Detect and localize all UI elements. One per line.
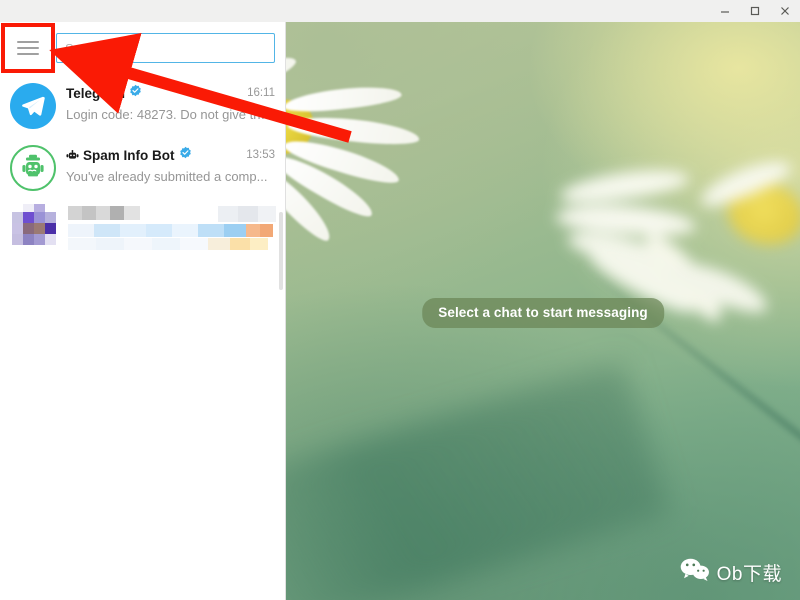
window-titlebar: [0, 0, 800, 22]
hamburger-menu-button[interactable]: [0, 22, 56, 74]
chat-item-body: Spam Info Bot 13:53 You've already submi…: [56, 145, 275, 198]
censored-timestamp: [218, 206, 276, 222]
spam-bot-icon: [22, 154, 44, 177]
censored-name: [68, 206, 140, 220]
chat-name: Spam Info Bot: [83, 147, 175, 163]
wechat-logo-icon: [680, 557, 710, 588]
verified-badge-icon: [129, 84, 142, 102]
daisy-flower-foreground: [286, 49, 466, 310]
sidebar-scrollbar[interactable]: [279, 212, 283, 290]
censored-preview: [68, 224, 273, 237]
maximize-icon[interactable]: [740, 0, 770, 22]
bot-badge-icon: [66, 149, 79, 161]
censored-avatar: [12, 204, 56, 245]
list-item[interactable]: [0, 198, 285, 260]
sidebar-search-row: Search: [0, 22, 285, 74]
censored-preview-2: [68, 238, 268, 250]
hamburger-menu-icon: [17, 37, 39, 59]
avatar: [10, 145, 56, 191]
list-item[interactable]: Spam Info Bot 13:53 You've already submi…: [0, 136, 285, 198]
minimize-icon[interactable]: [710, 0, 740, 22]
chat-preview: You've already submitted a comp...: [66, 169, 268, 184]
chat-timestamp: 16:11: [247, 87, 275, 99]
watermark: Ob下载: [680, 557, 782, 588]
search-placeholder: Search: [65, 40, 107, 56]
avatar: [10, 83, 56, 129]
chat-item-body: Telegram 16:11 Login code: 48273. Do not…: [56, 83, 275, 136]
watermark-text: Ob下载: [716, 564, 782, 585]
close-icon[interactable]: [770, 0, 800, 22]
chat-item-header: Spam Info Bot 13:53: [66, 146, 275, 164]
list-item[interactable]: Telegram 16:11 Login code: 48273. Do not…: [0, 74, 285, 136]
chat-pane: Select a chat to start messaging Ob下载: [286, 22, 800, 600]
chat-timestamp: 13:53: [246, 149, 275, 161]
chat-sidebar: Search Telegram 16:11 Login code: 48273.…: [0, 22, 286, 600]
chat-preview: Login code: 48273. Do not give this code…: [66, 107, 275, 122]
chat-item-header: Telegram 16:11: [66, 84, 275, 102]
main-content-row: Search Telegram 16:11 Login code: 48273.…: [0, 22, 800, 600]
empty-state-label: Select a chat to start messaging: [422, 298, 664, 328]
verified-badge-icon: [179, 146, 192, 164]
chat-list[interactable]: Telegram 16:11 Login code: 48273. Do not…: [0, 74, 285, 260]
chat-name: Telegram: [66, 85, 126, 101]
telegram-plane-icon: [22, 96, 45, 116]
telegram-desktop-window: Search Telegram 16:11 Login code: 48273.…: [0, 0, 800, 600]
search-input[interactable]: Search: [56, 33, 275, 63]
